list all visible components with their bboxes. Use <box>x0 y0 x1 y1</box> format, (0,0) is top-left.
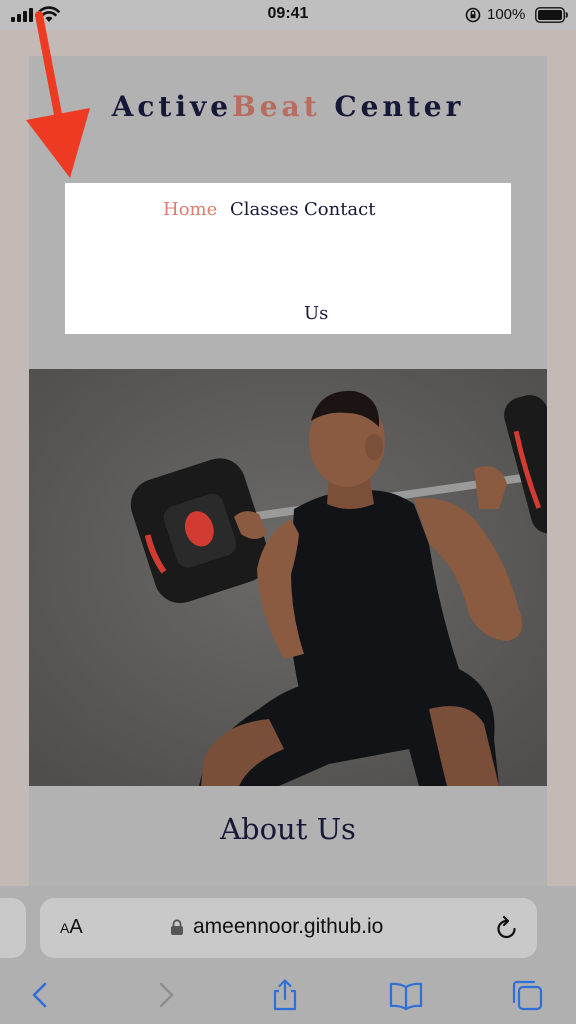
site-title-part3: Center <box>320 90 465 123</box>
aa-large-letter: A <box>69 916 83 938</box>
site-title-accent: Beat <box>232 90 321 123</box>
status-bar: 09:41 100% <box>0 0 576 30</box>
reader-aa-button[interactable]: AA <box>60 916 83 939</box>
site-title-part1: Active <box>111 90 233 123</box>
nav-link-home[interactable]: Home <box>163 199 217 220</box>
browser-toolbar: AA ameennoor.github.io <box>0 886 576 1024</box>
battery-percent: 100% <box>487 6 526 23</box>
nav-link-contact-us-line2[interactable]: Us <box>304 303 328 324</box>
nav-link-classes[interactable]: Classes <box>230 199 299 220</box>
web-page: ActiveBeat Center Home Classes Contact U… <box>0 11 576 886</box>
hero-image <box>29 369 547 786</box>
back-icon[interactable] <box>24 978 58 1012</box>
address-bar[interactable]: AA ameennoor.github.io <box>40 898 537 958</box>
url-text[interactable]: ameennoor.github.io <box>193 915 383 939</box>
battery-icon <box>535 7 568 23</box>
aa-small-letter: A <box>60 920 70 936</box>
page-panel: ActiveBeat Center Home Classes Contact U… <box>29 56 547 886</box>
reload-icon[interactable] <box>495 915 519 941</box>
share-icon[interactable] <box>268 978 302 1012</box>
nav-link-contact[interactable]: Contact <box>304 199 375 220</box>
bookmarks-icon[interactable] <box>389 978 423 1012</box>
tabs-icon[interactable] <box>510 978 544 1012</box>
forward-icon[interactable] <box>148 978 182 1012</box>
lock-icon <box>171 919 183 935</box>
orientation-lock-icon <box>465 7 481 23</box>
man-lifting-barbell-photo <box>29 369 547 786</box>
about-heading: About Us <box>220 812 356 846</box>
nav-menu: Home Classes Contact Us <box>65 183 511 334</box>
previous-tab-peek[interactable] <box>0 898 26 958</box>
site-title[interactable]: ActiveBeat Center <box>29 90 547 123</box>
